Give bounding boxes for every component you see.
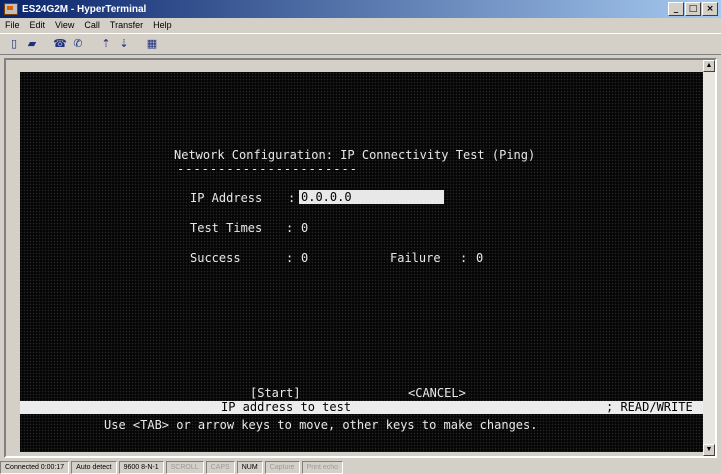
test-times-value[interactable]: 0 bbox=[301, 221, 308, 235]
terminal-status-line: IP address to test ; READ/WRITE bbox=[20, 401, 703, 414]
menu-view[interactable]: View bbox=[50, 20, 79, 30]
print-echo-indicator: Print echo bbox=[301, 460, 344, 474]
caps-indicator: CAPS bbox=[205, 460, 235, 474]
failure-label: Failure bbox=[390, 251, 441, 265]
field-hint-text: IP address to test bbox=[221, 400, 352, 414]
menu-help[interactable]: Help bbox=[148, 20, 177, 30]
vertical-scrollbar[interactable]: ▲ ▼ bbox=[703, 60, 715, 456]
ip-address-field[interactable]: 0.0.0.0 bbox=[299, 190, 444, 204]
send-icon[interactable]: ⇡ bbox=[98, 36, 114, 52]
cancel-button[interactable]: <CANCEL> bbox=[408, 386, 466, 400]
test-times-separator: : bbox=[286, 221, 294, 235]
failure-separator: : bbox=[460, 251, 468, 265]
failure-value: 0 bbox=[476, 251, 484, 265]
maximize-button[interactable]: □ bbox=[685, 2, 701, 16]
hyperterminal-icon bbox=[4, 3, 18, 15]
scroll-down-arrow-icon[interactable]: ▼ bbox=[703, 444, 715, 456]
capture-indicator: Capture bbox=[264, 460, 300, 474]
terminal-area: Network Configuration: IP Connectivity T… bbox=[4, 58, 717, 458]
terminal-screen[interactable]: Network Configuration: IP Connectivity T… bbox=[20, 72, 703, 452]
ip-address-separator: : bbox=[288, 191, 296, 205]
toolbar: ▯ ▰ ☎ ✆ ⇡ ⇣ ▦ bbox=[0, 33, 721, 55]
success-label: Success bbox=[190, 251, 241, 265]
title-bar: ES24G2M - HyperTerminal _ □ × bbox=[0, 0, 721, 18]
success-separator: : bbox=[286, 251, 294, 265]
menu-file[interactable]: File bbox=[0, 20, 25, 30]
minimize-button[interactable]: _ bbox=[668, 2, 684, 16]
properties-icon[interactable]: ▦ bbox=[144, 36, 160, 52]
ip-address-label: IP Address bbox=[190, 191, 263, 205]
status-bar: Connected 0:00:17 Auto detect 9600 8-N-1… bbox=[0, 460, 721, 474]
open-icon[interactable]: ▰ bbox=[24, 36, 40, 52]
success-value: 0 bbox=[301, 251, 309, 265]
emulation-mode: Auto detect bbox=[71, 460, 117, 474]
window-controls: _ □ × bbox=[668, 2, 718, 16]
connection-time: Connected 0:00:17 bbox=[0, 460, 70, 474]
screen-heading: Network Configuration: IP Connectivity T… bbox=[174, 148, 536, 162]
menu-transfer[interactable]: Transfer bbox=[105, 20, 148, 30]
menu-bar: File Edit View Call Transfer Help bbox=[0, 18, 721, 32]
port-settings: 9600 8-N-1 bbox=[118, 460, 164, 474]
new-icon[interactable]: ▯ bbox=[6, 36, 22, 52]
menu-call[interactable]: Call bbox=[79, 20, 105, 30]
start-button[interactable]: [Start] bbox=[250, 386, 301, 400]
disconnect-icon[interactable]: ✆ bbox=[70, 36, 86, 52]
test-times-label: Test Times bbox=[190, 221, 263, 235]
connect-icon[interactable]: ☎ bbox=[52, 36, 68, 52]
scroll-up-arrow-icon[interactable]: ▲ bbox=[703, 60, 715, 72]
close-button[interactable]: × bbox=[702, 2, 718, 16]
receive-icon[interactable]: ⇣ bbox=[116, 36, 132, 52]
keyboard-help-text: Use <TAB> or arrow keys to move, other k… bbox=[104, 418, 538, 432]
access-mode-text: ; READ/WRITE bbox=[606, 400, 693, 414]
num-indicator: NUM bbox=[236, 460, 263, 474]
menu-edit[interactable]: Edit bbox=[25, 20, 51, 30]
heading-underline: ---------------------- bbox=[177, 162, 358, 176]
scroll-indicator: SCROLL bbox=[165, 460, 204, 474]
window-title: ES24G2M - HyperTerminal bbox=[22, 3, 147, 15]
